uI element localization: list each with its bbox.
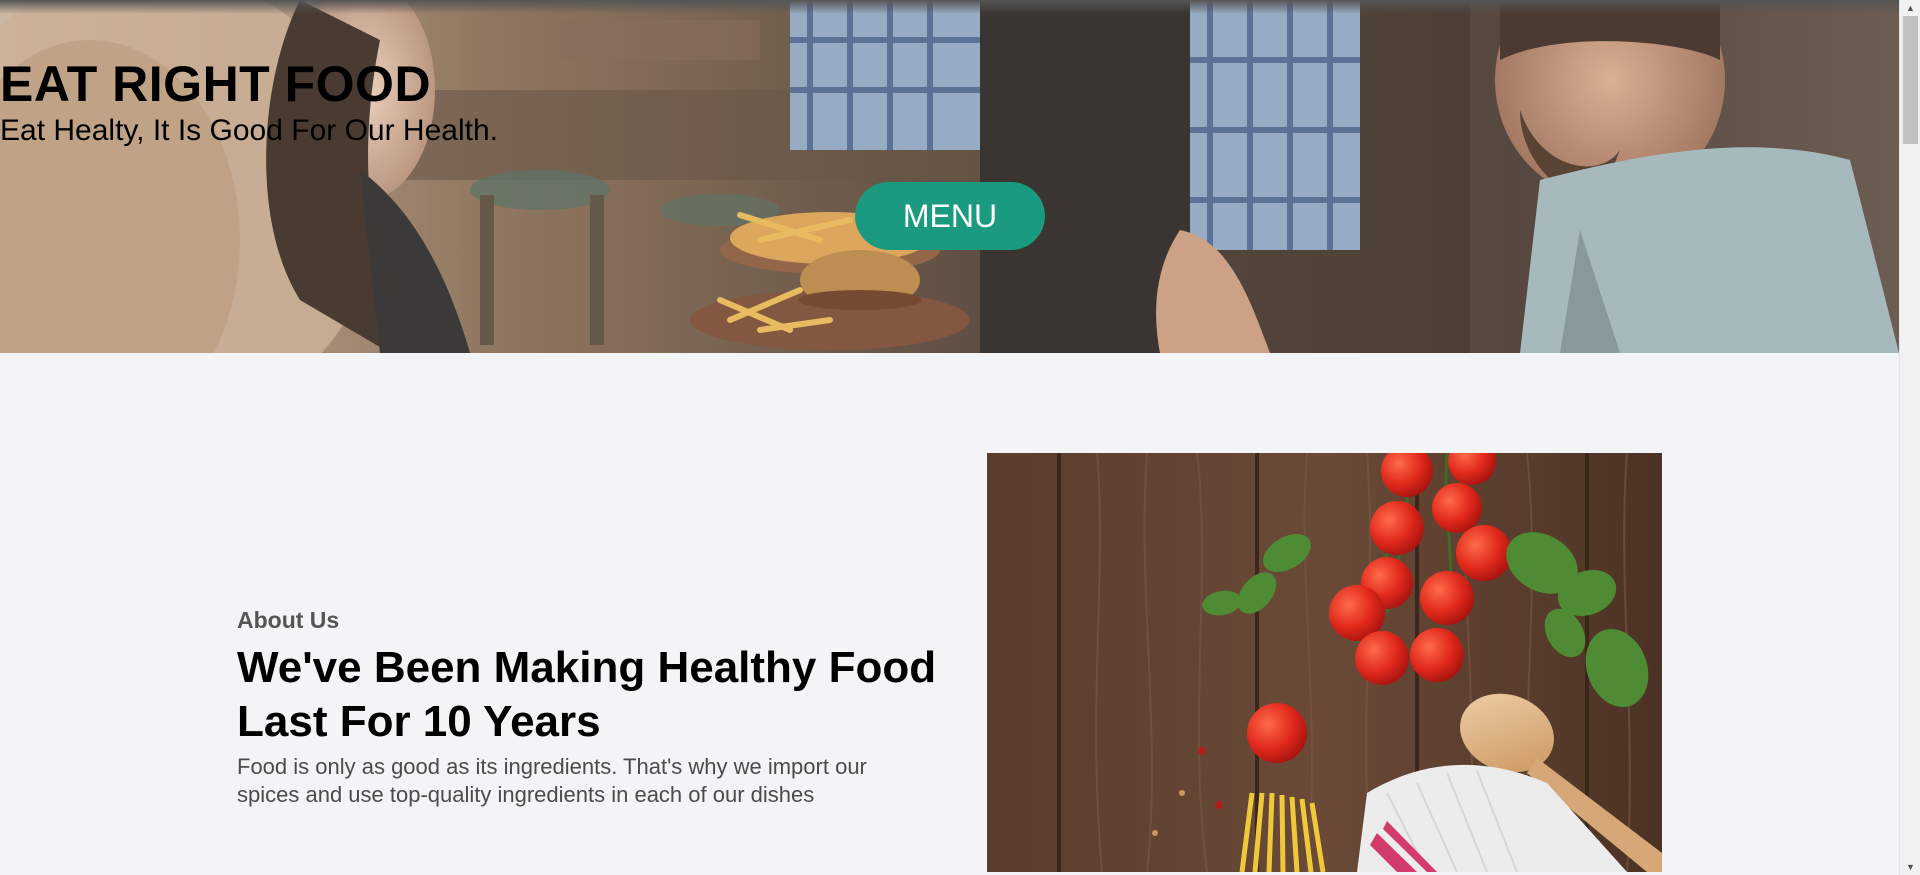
menu-button[interactable]: MENU — [855, 182, 1045, 250]
about-description: Food is only as good as its ingredients.… — [237, 754, 867, 807]
scroll-up-arrow-icon[interactable]: ▲ — [1900, 0, 1920, 16]
scrollbar-thumb[interactable] — [1903, 16, 1918, 144]
hero-background-image — [0, 0, 1899, 353]
about-text-block: About Us We've Been Making Healthy Food … — [237, 605, 937, 809]
hero-subtitle: Eat Healty, It Is Good For Our Health. — [0, 114, 498, 147]
about-eyebrow: About Us — [237, 607, 340, 633]
vertical-scrollbar[interactable]: ▲ ▼ — [1899, 0, 1920, 875]
hero-top-shadow — [0, 0, 1899, 14]
about-food-image — [987, 453, 1662, 872]
page-viewport: EAT RIGHT FOOD Eat Healty, It Is Good Fo… — [0, 0, 1899, 872]
ingredients-photo — [987, 453, 1662, 872]
hero-section: EAT RIGHT FOOD Eat Healty, It Is Good Fo… — [0, 0, 1899, 353]
scroll-down-arrow-icon[interactable]: ▼ — [1900, 859, 1920, 875]
about-heading: We've Been Making Healthy Food Last For … — [237, 643, 937, 746]
hero-title: EAT RIGHT FOOD — [0, 56, 432, 112]
